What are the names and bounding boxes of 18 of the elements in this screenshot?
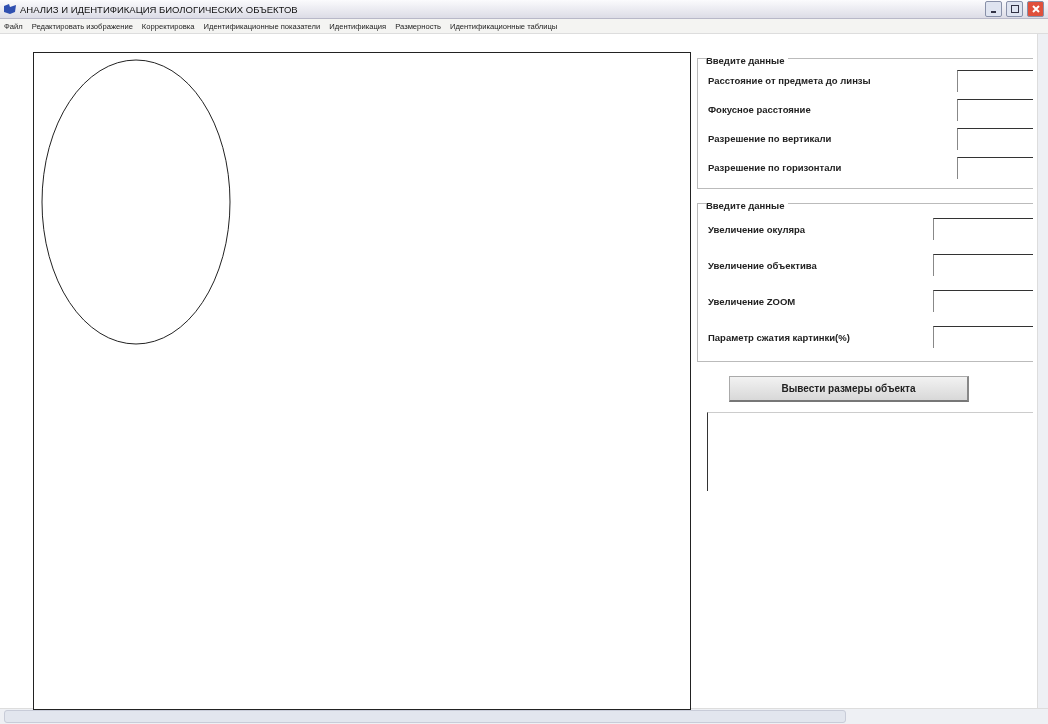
maximize-button[interactable] <box>1006 1 1023 17</box>
field-label: Разрешение по горизонтали <box>708 162 842 173</box>
group-title: Введите данные <box>706 55 788 66</box>
field-label: Увеличение ZOOM <box>708 295 796 307</box>
minimize-button[interactable] <box>985 1 1002 17</box>
field-label: Параметр сжатия картинки(%) <box>708 331 850 343</box>
maximize-icon <box>1010 5 1019 13</box>
field-label: Увеличение окуляра <box>708 223 806 235</box>
group-title: Введите данные <box>706 200 788 211</box>
field-label: Разрешение по вертикали <box>708 133 832 144</box>
app-icon <box>4 4 16 14</box>
window-title: АНАЛИЗ И ИДЕНТИФИКАЦИЯ БИОЛОГИЧЕСКИХ ОБЪЕКТОВ <box>20 3 299 15</box>
field-label: Увеличение объектива <box>708 259 817 271</box>
field-label: Фокусное расстояние <box>708 104 811 115</box>
close-icon <box>1031 5 1040 13</box>
close-button[interactable] <box>1027 1 1044 17</box>
show-size-button[interactable]: Вывести размеры объекта <box>729 376 969 402</box>
field-label: Расстояние от предмета до линзы <box>708 75 871 86</box>
